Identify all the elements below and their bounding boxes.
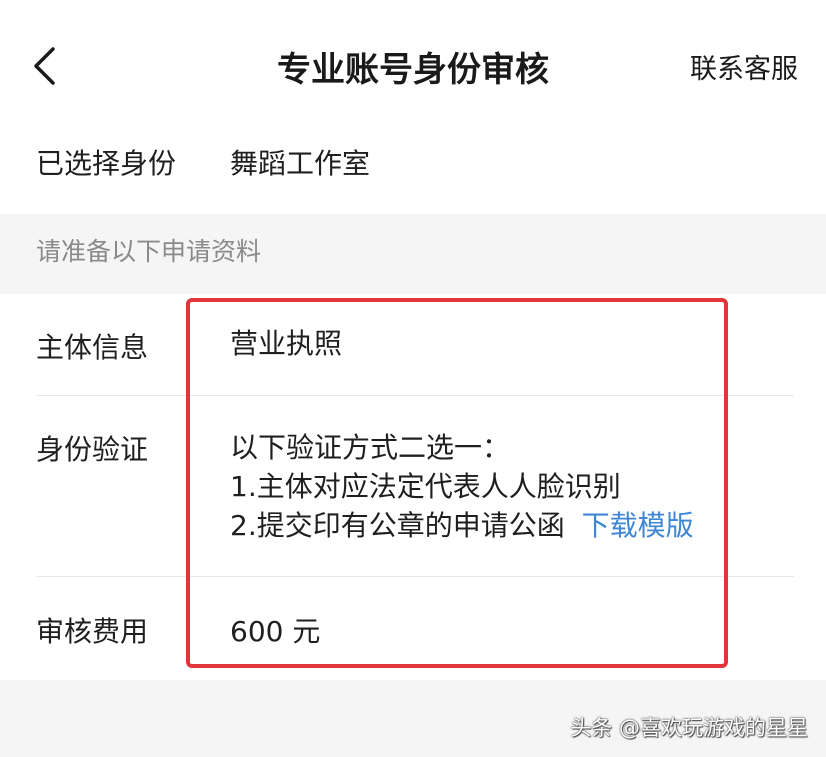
verification-method-1: 1.主体对应法定代表人人脸识别 — [230, 470, 621, 503]
divider — [36, 395, 794, 396]
identity-value: 舞蹈工作室 — [230, 147, 371, 180]
section-header: 请准备以下申请资料 — [0, 214, 826, 294]
chevron-left-icon — [34, 47, 55, 85]
subject-info-label: 主体信息 — [36, 331, 149, 364]
download-template-link[interactable]: 下载模版 — [582, 509, 694, 542]
subject-info-value: 营业执照 — [230, 327, 343, 360]
review-fee-label: 审核费用 — [36, 615, 149, 648]
review-fee-value: 600 元 — [230, 615, 321, 648]
verification-methods: 以下验证方式二选一： 1.主体对应法定代表人人脸识别 2.提交印有公章的申请公函… — [230, 428, 694, 545]
divider — [36, 576, 794, 577]
navigation-bar: 专业账号身份审核 联系客服 — [0, 0, 826, 130]
contact-support-button[interactable]: 联系客服 — [690, 47, 798, 86]
verification-intro: 以下验证方式二选一： — [230, 431, 511, 464]
selected-identity-row: 已选择身份 舞蹈工作室 — [0, 130, 826, 214]
verification-method-2-text: 2.提交印有公章的申请公函 — [230, 509, 565, 542]
back-button[interactable] — [22, 38, 66, 94]
identity-label: 已选择身份 — [36, 147, 177, 180]
requirements-card: 主体信息 营业执照 身份验证 以下验证方式二选一： 1.主体对应法定代表人人脸识… — [0, 294, 826, 680]
watermark: 头条 @喜欢玩游戏的星星 — [570, 716, 808, 740]
verification-label: 身份验证 — [36, 433, 149, 466]
footer-area: 头条 @喜欢玩游戏的星星 — [0, 680, 826, 757]
verification-method-2: 2.提交印有公章的申请公函 下载模版 — [230, 506, 694, 545]
section-header-text: 请准备以下申请资料 — [36, 237, 262, 266]
